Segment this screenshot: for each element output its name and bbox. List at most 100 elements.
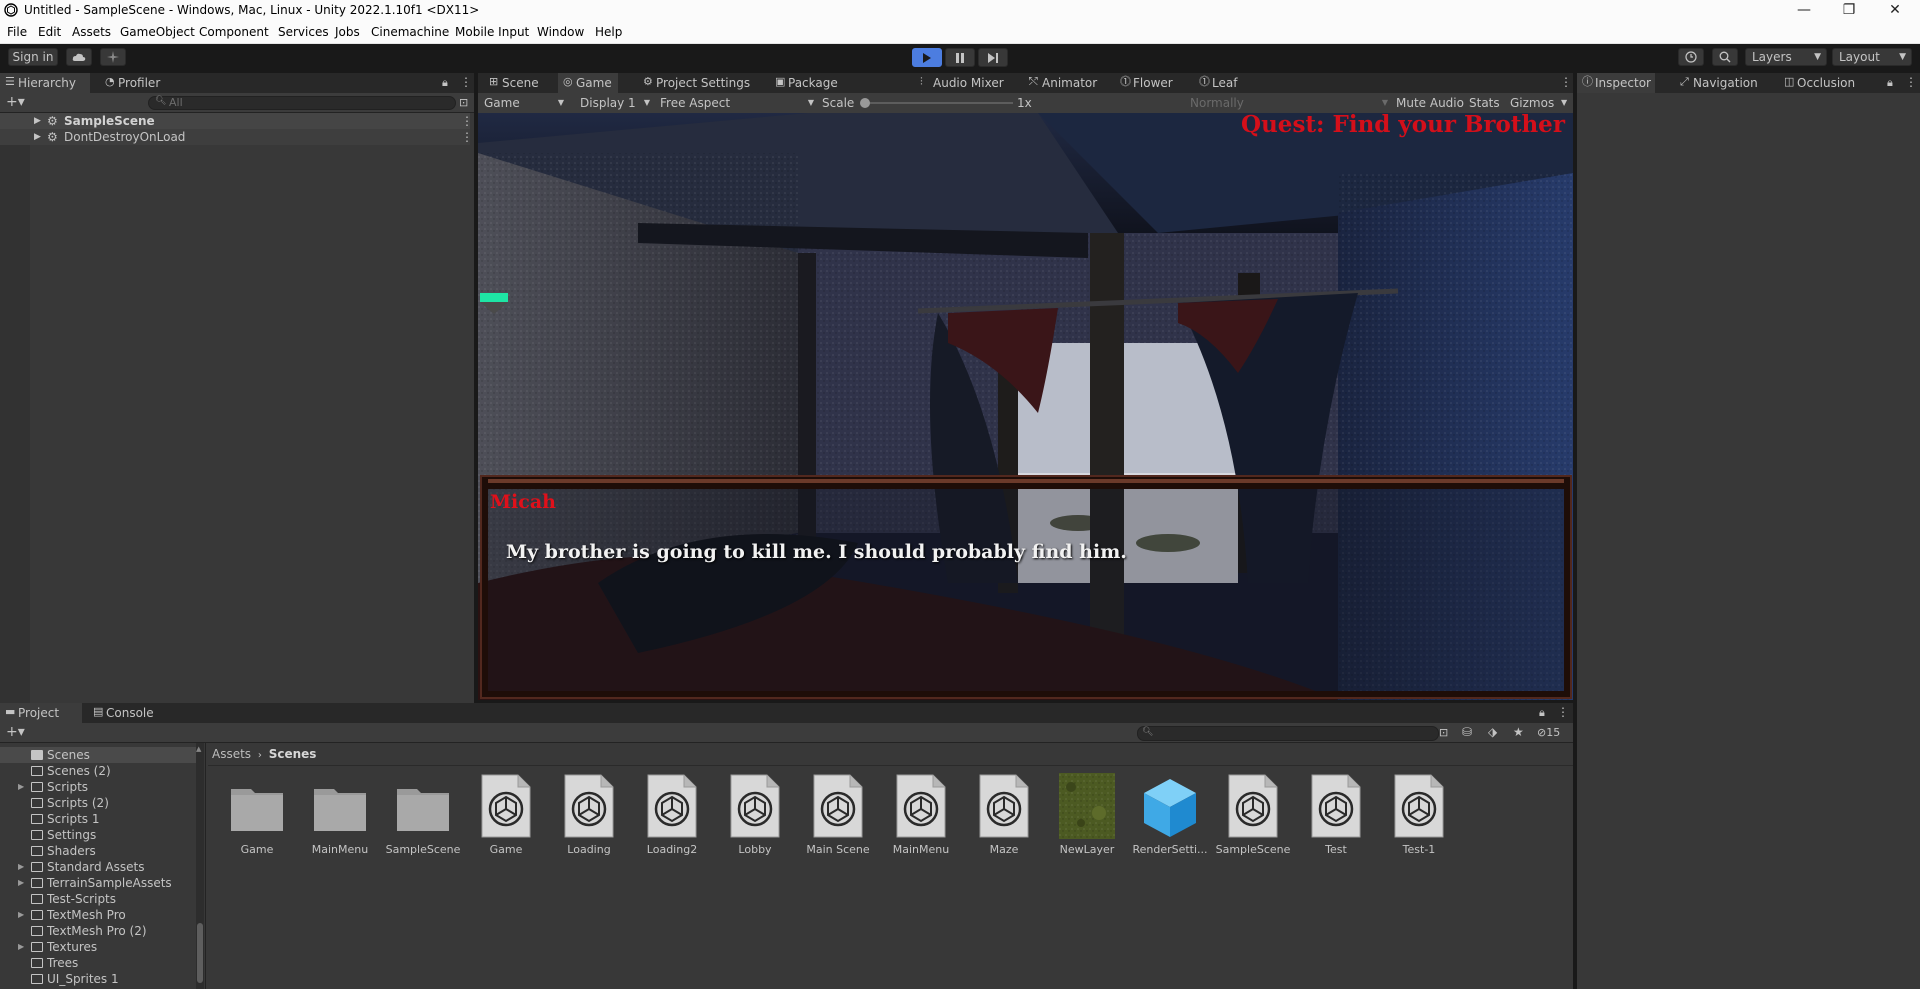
- kebab-menu-icon[interactable]: ⋮: [461, 113, 473, 129]
- kebab-menu-icon[interactable]: ⋮: [1560, 75, 1572, 89]
- lock-icon[interactable]: 🔒︎: [1539, 706, 1545, 720]
- display-dropdown[interactable]: Display 1 ▼: [580, 95, 650, 111]
- tab-leaf[interactable]: ⓵ Leaf: [1194, 73, 1250, 93]
- kebab-menu-icon[interactable]: ⋮: [1557, 705, 1569, 719]
- folder-tree-item[interactable]: Scenes: [0, 747, 200, 763]
- tab-console[interactable]: ▤ Console: [88, 703, 168, 723]
- play-button[interactable]: [912, 48, 942, 67]
- folder-tree-item[interactable]: ▶ Standard Assets: [0, 859, 200, 875]
- tab-package-manager[interactable]: ▣Package Manager: [770, 73, 890, 110]
- tree-scrollbar-thumb[interactable]: [197, 923, 203, 983]
- pause-button[interactable]: [945, 48, 975, 67]
- folder-tree-item[interactable]: ▶ TextMesh Pro: [0, 907, 200, 923]
- kebab-menu-icon[interactable]: ⋮: [460, 75, 472, 89]
- layers-dropdown[interactable]: Layers ▼: [1745, 48, 1827, 66]
- tab-audio-mixer[interactable]: ⫶ Audio Mixer: [915, 73, 1007, 93]
- tab-inspector[interactable]: ⓘ Inspector: [1577, 73, 1655, 93]
- health-bar-pointer-icon: [480, 302, 508, 314]
- favorite-star-icon[interactable]: ★: [1513, 725, 1524, 739]
- folder-tree-item[interactable]: Scenes (2): [0, 763, 200, 779]
- project-search[interactable]: 🔍︎: [1137, 726, 1439, 741]
- hierarchy-search[interactable]: 🔍︎ All: [148, 96, 456, 110]
- menu-jobs[interactable]: Jobs: [335, 25, 360, 39]
- kebab-menu-icon[interactable]: ⋮: [1905, 75, 1917, 89]
- search-options-icon[interactable]: ⊡: [459, 96, 468, 109]
- tab-navigation[interactable]: ⤢ Navigation: [1675, 73, 1759, 93]
- scroll-up-icon[interactable]: ▲: [196, 745, 201, 753]
- scale-slider-track[interactable]: [863, 102, 1013, 104]
- sign-in-button[interactable]: Sign in: [8, 48, 58, 66]
- tab-hierarchy[interactable]: ☰ Hierarchy: [0, 73, 90, 93]
- minimize-button[interactable]: —: [1781, 0, 1827, 22]
- expand-arrow-icon[interactable]: ▶: [18, 859, 24, 875]
- menu-gameobject[interactable]: GameObject: [120, 25, 195, 39]
- gizmos-toggle[interactable]: Gizmos: [1510, 95, 1554, 111]
- close-button[interactable]: ✕: [1872, 0, 1918, 22]
- search-button[interactable]: [1712, 48, 1738, 66]
- add-icon[interactable]: +▾: [6, 724, 25, 740]
- tab-project-settings[interactable]: ⚙︎ Project Settings: [638, 73, 754, 93]
- folder-tree-item[interactable]: Trees: [0, 955, 200, 971]
- history-button[interactable]: [1678, 48, 1704, 66]
- folder-tree-item[interactable]: Scripts 1: [0, 811, 200, 827]
- menu-mobile-input[interactable]: Mobile Input: [455, 25, 529, 39]
- tab-scene[interactable]: ⊞ Scene: [484, 73, 544, 93]
- stats-toggle[interactable]: Stats: [1469, 95, 1500, 111]
- cloud-button[interactable]: [66, 48, 92, 66]
- menu-window[interactable]: Window: [537, 25, 584, 39]
- expand-arrow-icon[interactable]: ▶: [18, 907, 24, 923]
- tab-project[interactable]: ▬ Project: [0, 703, 82, 723]
- normally-dropdown[interactable]: Normally ▼: [1190, 95, 1388, 111]
- tab-profiler-label: Profiler: [118, 76, 161, 90]
- lock-icon[interactable]: 🔒︎: [1887, 76, 1893, 90]
- folder-tree-item[interactable]: UI_Sprites 1: [0, 971, 200, 987]
- expand-arrow-icon[interactable]: ▶: [18, 779, 24, 795]
- expand-arrow-icon[interactable]: ▶: [34, 113, 41, 129]
- folder-tree-item[interactable]: TextMesh Pro (2): [0, 923, 200, 939]
- folder-tree-item[interactable]: ▶ Textures: [0, 939, 200, 955]
- game-mode-dropdown[interactable]: Game ▼: [484, 95, 570, 111]
- game-viewport[interactable]: Quest: Find your Brother Micah My brothe…: [478, 113, 1573, 700]
- filter-type-icon[interactable]: ⛁: [1462, 725, 1472, 739]
- collab-button[interactable]: [100, 48, 126, 66]
- breadcrumb-assets[interactable]: Assets: [212, 747, 251, 761]
- expand-arrow-icon[interactable]: ▶: [18, 939, 24, 955]
- tab-game[interactable]: ◎ Game: [558, 73, 618, 93]
- expand-arrow-icon[interactable]: ▶: [18, 875, 24, 891]
- tab-flower[interactable]: ⓵ Flower: [1115, 73, 1179, 93]
- folder-tree-item[interactable]: Settings: [0, 827, 200, 843]
- menu-help[interactable]: Help: [595, 25, 622, 39]
- menu-cinemachine[interactable]: Cinemachine: [371, 25, 449, 39]
- mute-audio-toggle[interactable]: Mute Audio: [1396, 95, 1464, 111]
- lock-icon[interactable]: 🔒︎: [442, 76, 448, 90]
- search-options-icon[interactable]: ⊡: [1439, 726, 1448, 739]
- aspect-dropdown[interactable]: Free Aspect ▼: [660, 95, 814, 111]
- add-icon[interactable]: +▾: [6, 94, 25, 110]
- menu-component[interactable]: Component: [199, 25, 269, 39]
- label-tag-icon[interactable]: ⬗: [1488, 725, 1497, 739]
- menu-assets[interactable]: Assets: [72, 25, 111, 39]
- folder-tree-item[interactable]: ▶ TerrainSampleAssets: [0, 875, 200, 891]
- kebab-menu-icon[interactable]: ⋮: [461, 129, 473, 145]
- folder-tree-item[interactable]: Test-Scripts: [0, 891, 200, 907]
- menu-edit[interactable]: Edit: [38, 25, 61, 39]
- hierarchy-item-dontdestroyonload[interactable]: ▶ ⚙︎ DontDestroyOnLoad ⋮: [0, 129, 473, 145]
- hierarchy-item-samplescene[interactable]: ▶ ⚙︎ SampleScene ⋮: [0, 113, 473, 129]
- tree-scrollbar[interactable]: ▲: [196, 743, 204, 989]
- step-button[interactable]: [978, 48, 1008, 67]
- menu-file[interactable]: File: [7, 25, 27, 39]
- tab-occlusion[interactable]: ◫ Occlusion: [1779, 73, 1861, 93]
- tab-profiler[interactable]: ◔ Profiler: [100, 73, 180, 93]
- tab-animator[interactable]: ⤲ Animator: [1024, 73, 1102, 93]
- folder-tree-item[interactable]: Shaders: [0, 843, 200, 859]
- layout-dropdown[interactable]: Layout ▼: [1832, 48, 1912, 66]
- menu-services[interactable]: Services: [278, 25, 329, 39]
- folder-tree-item[interactable]: ▶ Scripts: [0, 779, 200, 795]
- expand-arrow-icon[interactable]: ▶: [34, 129, 41, 145]
- chevron-down-icon[interactable]: ▼: [1561, 95, 1567, 111]
- breadcrumb-scenes[interactable]: Scenes: [269, 747, 317, 761]
- maximize-button[interactable]: ❐: [1826, 0, 1872, 22]
- hidden-count-badge[interactable]: ⊘15: [1537, 726, 1560, 739]
- scale-slider-handle[interactable]: [860, 98, 870, 108]
- folder-tree-item[interactable]: Scripts (2): [0, 795, 200, 811]
